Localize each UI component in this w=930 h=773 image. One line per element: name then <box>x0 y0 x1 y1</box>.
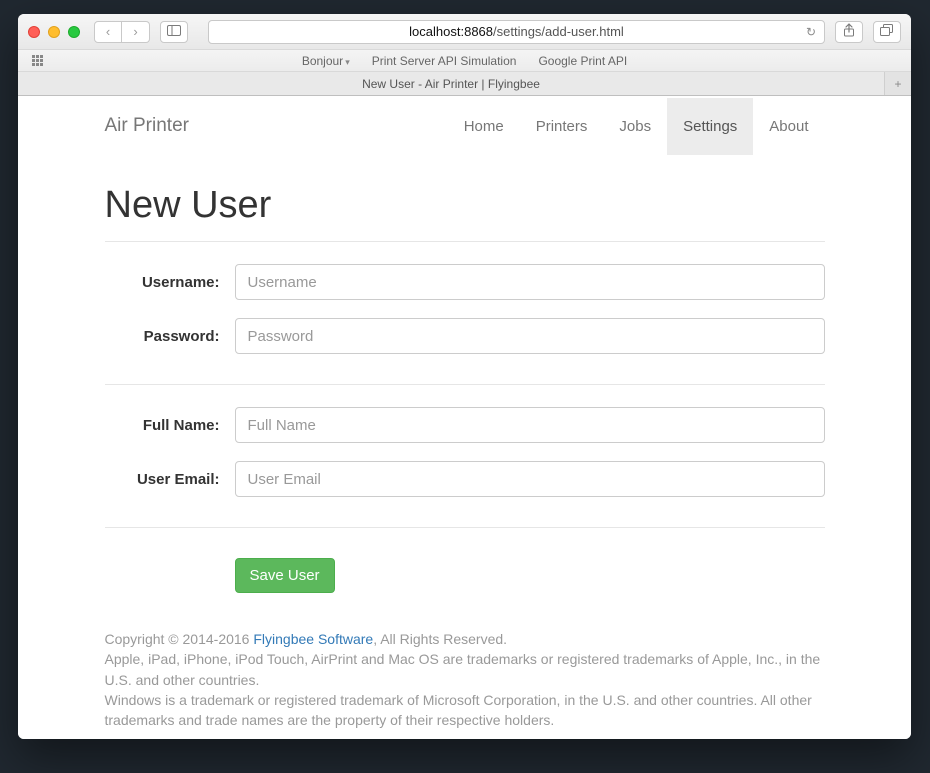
window-controls <box>28 26 80 38</box>
company-link[interactable]: Flyingbee Software <box>253 631 373 647</box>
plus-icon: + <box>894 77 901 91</box>
forward-button[interactable]: › <box>122 21 150 43</box>
password-label: Password: <box>105 328 220 345</box>
username-input[interactable] <box>235 264 825 300</box>
tab-title: New User - Air Printer | Flyingbee <box>362 77 540 91</box>
share-icon <box>843 23 855 40</box>
new-tab-button[interactable]: + <box>885 72 911 95</box>
tabs-button[interactable] <box>873 21 901 43</box>
chevron-down-icon: ▾ <box>345 57 350 67</box>
trademark-line-2: Windows is a trademark or registered tra… <box>105 690 825 731</box>
browser-tab[interactable]: New User - Air Printer | Flyingbee <box>18 72 885 95</box>
bookmark-googleprint[interactable]: Google Print API <box>538 54 627 68</box>
page-title: New User <box>105 184 825 227</box>
email-input[interactable] <box>235 461 825 497</box>
url-path: /settings/add-user.html <box>493 24 624 39</box>
tab-strip: New User - Air Printer | Flyingbee + <box>18 72 911 96</box>
fullname-input[interactable] <box>235 407 825 443</box>
address-bar[interactable]: localhost:8868/settings/add-user.html ↻ <box>208 20 825 44</box>
back-button[interactable]: ‹ <box>94 21 122 43</box>
save-user-button[interactable]: Save User <box>235 558 335 593</box>
tabs-icon <box>880 24 894 39</box>
apps-grid-icon[interactable] <box>32 55 44 67</box>
field-fullname: Full Name: <box>105 407 825 443</box>
back-to-top-link[interactable]: Back to top <box>105 738 180 739</box>
nav-back-forward: ‹ › <box>94 21 150 43</box>
copyright-pre: Copyright © 2014-2016 <box>105 631 254 647</box>
browser-titlebar: ‹ › localhost:8868/settings/add-user.htm… <box>18 14 911 50</box>
reload-icon: ↻ <box>806 25 816 39</box>
nav-tabs: Home Printers Jobs Settings About <box>448 98 825 155</box>
sidebar-toggle-button[interactable] <box>160 21 188 43</box>
site-navbar: Air Printer Home Printers Jobs Settings … <box>105 96 825 156</box>
sidebar-icon <box>167 25 181 39</box>
toolbar-right <box>835 21 901 43</box>
field-password: Password: <box>105 318 825 354</box>
reload-button[interactable]: ↻ <box>806 25 816 39</box>
field-username: Username: <box>105 264 825 300</box>
chevron-left-icon: ‹ <box>106 24 110 39</box>
browser-window: ‹ › localhost:8868/settings/add-user.htm… <box>18 14 911 739</box>
close-window-button[interactable] <box>28 26 40 38</box>
nav-about[interactable]: About <box>753 98 824 155</box>
zoom-window-button[interactable] <box>68 26 80 38</box>
bookmark-bonjour[interactable]: Bonjour▾ <box>302 54 350 68</box>
username-label: Username: <box>105 274 220 291</box>
nav-printers[interactable]: Printers <box>520 98 604 155</box>
minimize-window-button[interactable] <box>48 26 60 38</box>
trademark-line-1: Apple, iPad, iPhone, iPod Touch, AirPrin… <box>105 649 825 690</box>
nav-jobs[interactable]: Jobs <box>603 98 667 155</box>
email-label: User Email: <box>105 471 220 488</box>
url-host: localhost:8868 <box>409 24 493 39</box>
divider <box>105 241 825 242</box>
share-button[interactable] <box>835 21 863 43</box>
brand-title[interactable]: Air Printer <box>105 115 189 137</box>
password-input[interactable] <box>235 318 825 354</box>
field-email: User Email: <box>105 461 825 497</box>
footer: Copyright © 2014-2016 Flyingbee Software… <box>105 629 825 739</box>
fullname-label: Full Name: <box>105 417 220 434</box>
nav-settings[interactable]: Settings <box>667 98 753 155</box>
copyright-post: , All Rights Reserved. <box>373 631 507 647</box>
chevron-right-icon: › <box>133 24 137 39</box>
page-content: Air Printer Home Printers Jobs Settings … <box>18 96 911 739</box>
bookmark-label: Bonjour <box>302 54 343 68</box>
bookmarks-bar: Bonjour▾ Print Server API Simulation Goo… <box>18 50 911 72</box>
bookmark-printserver[interactable]: Print Server API Simulation <box>372 54 517 68</box>
nav-home[interactable]: Home <box>448 98 520 155</box>
